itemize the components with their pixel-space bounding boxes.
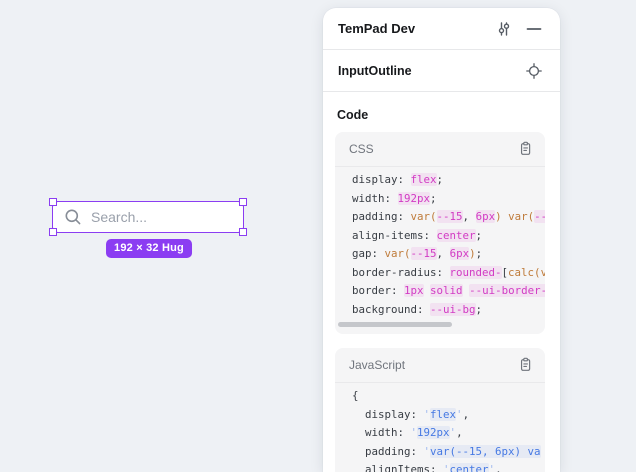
selection-handle-top-left[interactable] (49, 198, 57, 206)
search-input-placeholder: Search... (91, 209, 147, 225)
code-section-label: Code (337, 108, 545, 122)
clipboard-copy-icon (518, 357, 533, 373)
selection-handle-bottom-left[interactable] (49, 228, 57, 236)
minimize-minus-icon (526, 21, 542, 37)
magnifier-search-icon (64, 208, 82, 226)
selection-dimensions-badge: 192 × 32 Hug (106, 239, 192, 258)
sliders-adjust-icon (496, 21, 512, 37)
panel-content: Code CSS display: flex;width: 192px;padd… (323, 108, 560, 472)
css-code[interactable]: display: flex;width: 192px;padding: var(… (335, 167, 545, 319)
settings-sliders-button[interactable] (493, 18, 515, 40)
panel-title: TemPad Dev (338, 21, 493, 36)
code-line: display: 'flex', (352, 406, 545, 425)
js-code-block-label: JavaScript (349, 358, 514, 372)
tempad-dev-plugin-panel: TemPad Dev InputOutline (323, 8, 560, 472)
locate-component-button[interactable] (523, 60, 545, 82)
css-code-block: CSS display: flex;width: 192px;padding: … (335, 132, 545, 334)
selection-handle-top-right[interactable] (239, 198, 247, 206)
js-code-block-header: JavaScript (335, 348, 545, 383)
css-scrollbar-thumb[interactable] (338, 322, 452, 327)
panel-header: TemPad Dev (323, 8, 560, 49)
copy-js-button[interactable] (514, 354, 536, 376)
code-line: width: 192px; (352, 190, 545, 209)
code-line: border: 1px solid --ui-border- (352, 282, 545, 301)
code-line: gap: var(--15, 6px); (352, 245, 545, 264)
selected-component-row: InputOutline (323, 50, 560, 91)
js-code-block: JavaScript { display: 'flex', width: '19… (335, 348, 545, 472)
code-line: align-items: center; (352, 227, 545, 246)
code-line: padding: 'var(--15, 6px) va (352, 443, 545, 462)
minimize-panel-button[interactable] (523, 18, 545, 40)
code-line: padding: var(--15, 6px) var(-- (352, 208, 545, 227)
code-line: width: '192px', (352, 424, 545, 443)
selection-handle-bottom-right[interactable] (239, 228, 247, 236)
copy-css-button[interactable] (514, 138, 536, 160)
code-line: display: flex; (352, 171, 545, 190)
code-line: border-radius: rounded-[calc(v (352, 264, 545, 283)
clipboard-copy-icon (518, 141, 533, 157)
css-horizontal-scrollbar (338, 322, 545, 327)
code-line: background: --ui-bg; (352, 301, 545, 320)
selected-component-name: InputOutline (338, 64, 523, 78)
code-line: { (352, 387, 545, 406)
locate-crosshair-icon (526, 63, 542, 79)
canvas-search-input-component[interactable]: Search... (52, 201, 244, 233)
js-code[interactable]: { display: 'flex', width: '192px', paddi… (335, 383, 545, 472)
panel-divider (323, 91, 560, 92)
code-line: alignItems: 'center', (352, 461, 545, 472)
css-code-block-header: CSS (335, 132, 545, 167)
css-code-block-label: CSS (349, 142, 514, 156)
